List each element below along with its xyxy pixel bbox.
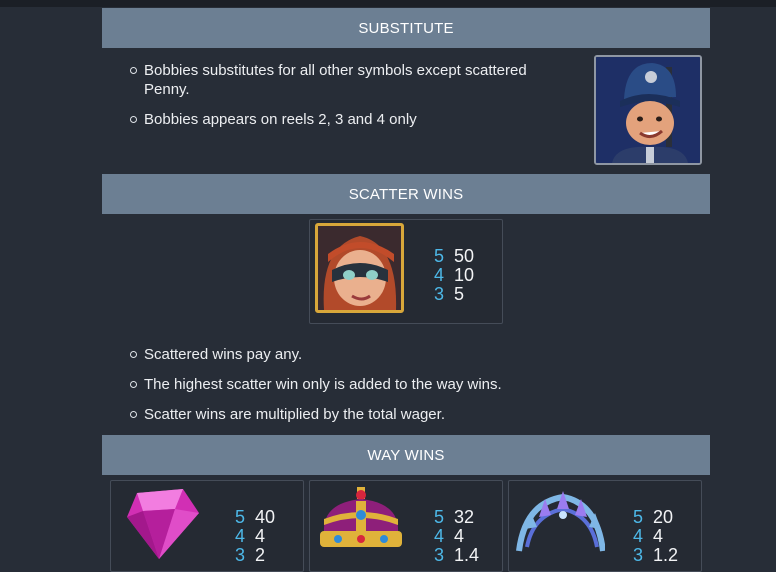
- pay-count: 5: [434, 507, 445, 527]
- scatter-rules: Scattered wins pay any. The highest scat…: [130, 345, 690, 424]
- substitute-header: SUBSTITUTE: [102, 8, 710, 48]
- pay-row: 4 4: [235, 527, 275, 546]
- pay-value: 40: [255, 507, 276, 527]
- pay-count: 4: [633, 526, 644, 546]
- police-officer-icon: [594, 55, 702, 165]
- pay-count: 3: [633, 545, 644, 565]
- pay-count: 5: [235, 507, 246, 527]
- scatter-paytable: 5 50 4 10 3 5: [309, 219, 503, 324]
- pay-value: 50: [454, 246, 475, 266]
- way-win-tile: 5 40 4 4 3 2: [110, 480, 304, 572]
- pay-row: 3 1.4: [434, 546, 479, 565]
- masked-woman-penny-icon: [315, 223, 404, 313]
- way-wins-header: WAY WINS: [102, 435, 710, 475]
- pay-count: 4: [434, 265, 445, 285]
- pay-count: 3: [434, 545, 445, 565]
- pay-row: 4 10: [434, 266, 474, 285]
- pay-row: 5 50: [434, 247, 474, 266]
- pay-count: 5: [633, 507, 644, 527]
- scatter-rule: The highest scatter win only is added to…: [130, 375, 690, 394]
- pay-row: 3 5: [434, 285, 474, 304]
- way-wins-title: WAY WINS: [367, 446, 445, 464]
- pay-row: 5 20: [633, 508, 678, 527]
- way-win-tile: 5 32 4 4 3 1.4: [309, 480, 503, 572]
- pay-value: 1.2: [653, 545, 679, 565]
- pay-value: 20: [653, 507, 674, 527]
- top-bar: [0, 0, 776, 7]
- scatter-rule: Scattered wins pay any.: [130, 345, 690, 364]
- pay-value: 4: [653, 526, 664, 546]
- pay-row: 4 4: [434, 527, 479, 546]
- way-win-tile: 5 20 4 4 3 1.2: [508, 480, 702, 572]
- pay-row: 5 32: [434, 508, 479, 527]
- pay-value: 4: [255, 526, 266, 546]
- pay-count: 4: [235, 526, 246, 546]
- scatter-title: SCATTER WINS: [348, 185, 464, 203]
- pay-row: 5 40: [235, 508, 275, 527]
- pay-row: 3 2: [235, 546, 275, 565]
- pay-row: 4 4: [633, 527, 678, 546]
- pay-count: 4: [434, 526, 445, 546]
- scatter-pays: 5 50 4 10 3 5: [434, 247, 474, 304]
- way-win-pays: 5 20 4 4 3 1.2: [633, 508, 678, 565]
- pay-value: 10: [454, 265, 475, 285]
- pay-count: 3: [434, 284, 445, 304]
- way-win-pays: 5 40 4 4 3 2: [235, 508, 275, 565]
- crown-icon: [316, 485, 406, 568]
- pay-row: 3 1.2: [633, 546, 678, 565]
- tiara-icon: [515, 487, 606, 568]
- scatter-header: SCATTER WINS: [102, 174, 710, 214]
- pay-value: 1.4: [454, 545, 480, 565]
- pay-value: 2: [255, 545, 266, 565]
- way-win-pays: 5 32 4 4 3 1.4: [434, 508, 479, 565]
- substitute-rules: Bobbies substitutes for all other symbol…: [130, 61, 570, 129]
- substitute-title: SUBSTITUTE: [358, 19, 454, 37]
- scatter-rule: Scatter wins are multiplied by the total…: [130, 405, 690, 424]
- pay-value: 32: [454, 507, 475, 527]
- pink-gem-icon: [121, 487, 205, 568]
- pay-count: 3: [235, 545, 246, 565]
- substitute-rule: Bobbies substitutes for all other symbol…: [130, 61, 570, 99]
- substitute-rule: Bobbies appears on reels 2, 3 and 4 only: [130, 110, 570, 129]
- pay-value: 5: [454, 284, 465, 304]
- pay-count: 5: [434, 246, 445, 266]
- pay-value: 4: [454, 526, 465, 546]
